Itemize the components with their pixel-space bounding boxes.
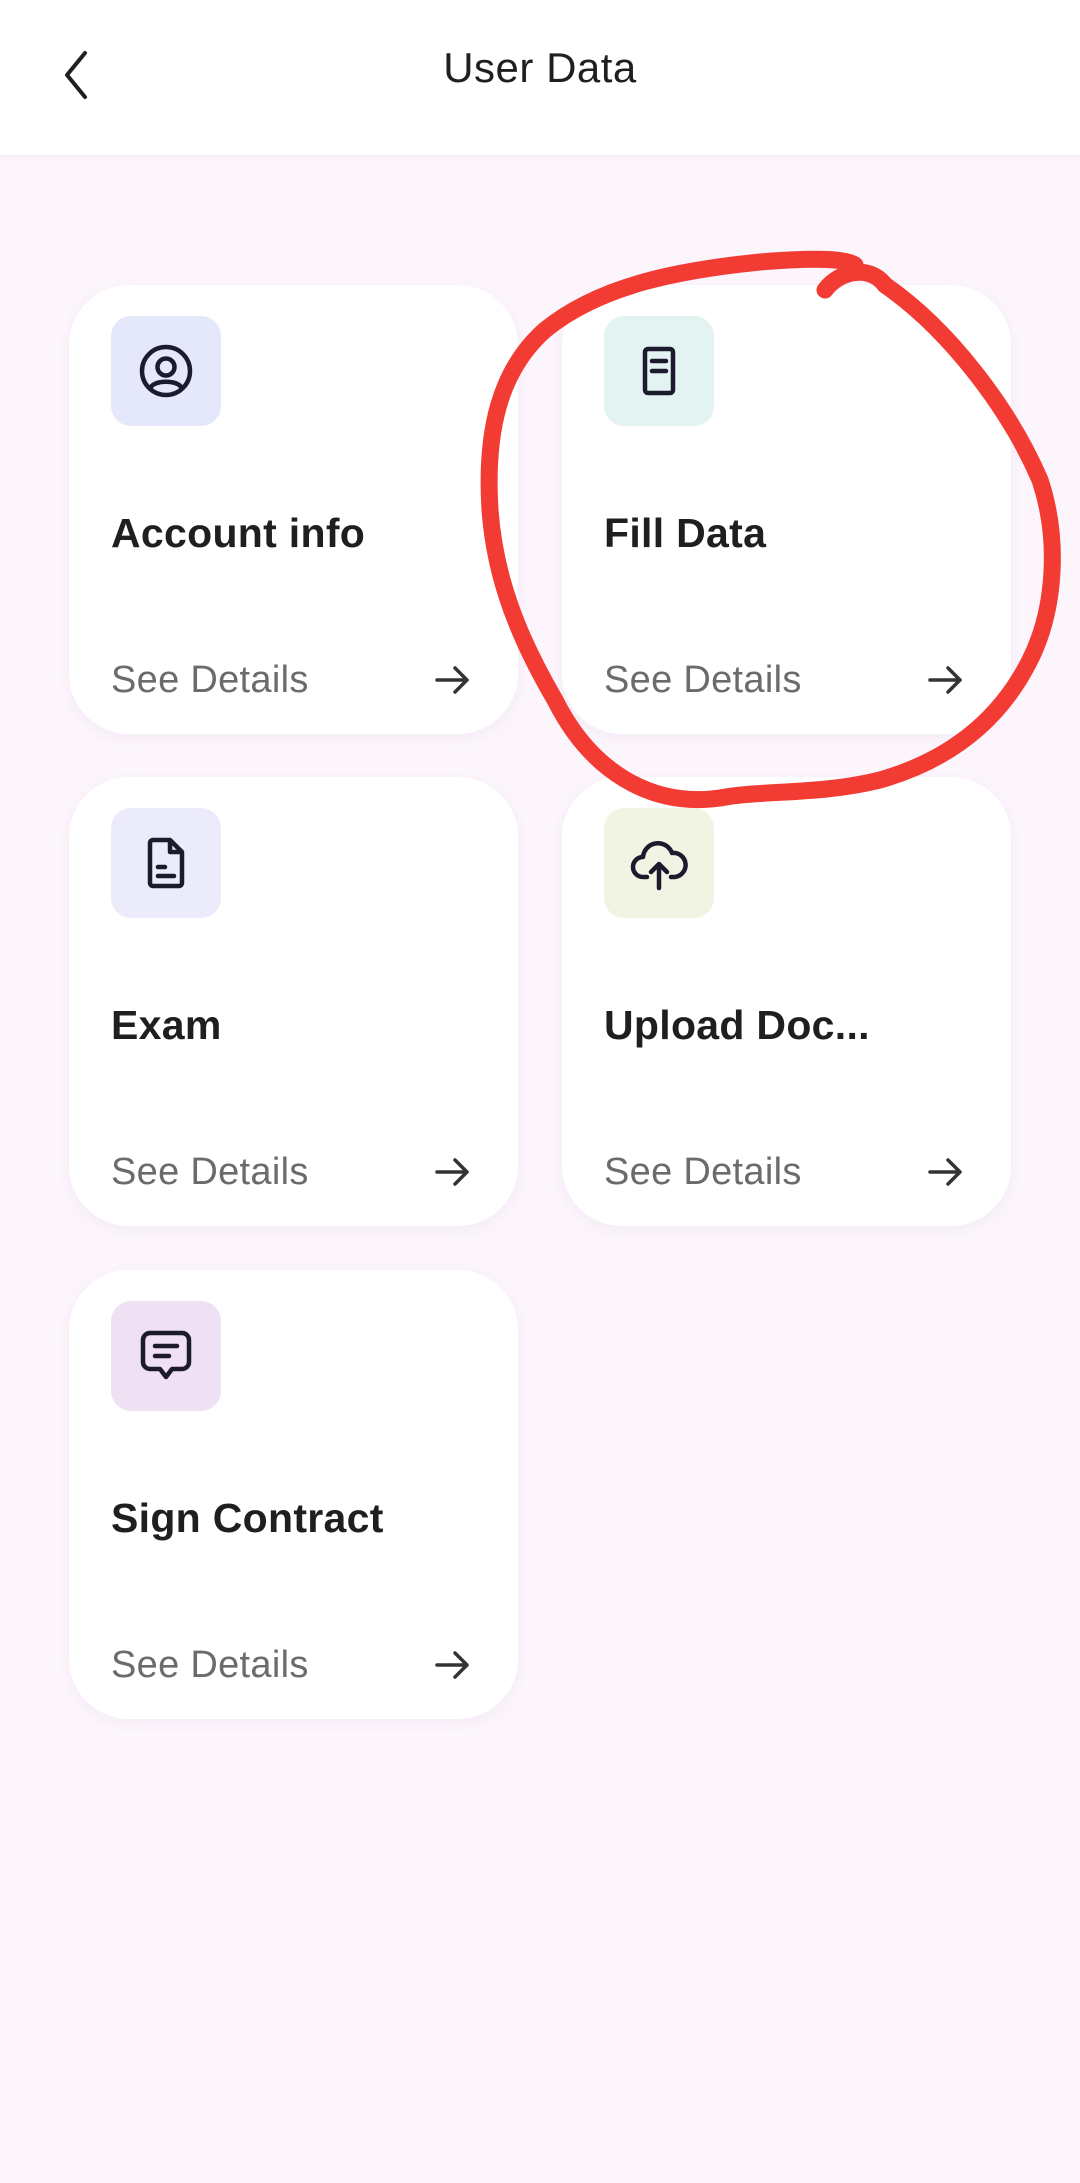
arrow-right-icon <box>928 666 962 694</box>
see-details-link[interactable]: See Details <box>604 659 802 702</box>
card-upload-documents[interactable]: Upload Doc... See Details <box>562 777 1011 1226</box>
app-header: User Data <box>0 0 1080 155</box>
message-icon <box>140 1330 192 1380</box>
card-title: Account info <box>111 510 366 556</box>
arrow-right-icon <box>928 1158 962 1186</box>
icon-container <box>111 316 221 426</box>
card-account-info[interactable]: Account info See Details <box>69 285 518 734</box>
card-fill-data[interactable]: Fill Data See Details <box>562 285 1011 734</box>
icon-container <box>604 808 714 918</box>
card-title: Exam <box>111 1002 222 1048</box>
card-title: Fill Data <box>604 510 767 556</box>
card-exam[interactable]: Exam See Details <box>69 777 518 1226</box>
user-circle-icon <box>139 344 193 398</box>
card-title: Sign Contract <box>111 1495 384 1541</box>
see-details-link[interactable]: See Details <box>111 1151 309 1194</box>
page-title: User Data <box>443 44 637 91</box>
arrow-right-icon <box>435 1158 469 1186</box>
see-details-link[interactable]: See Details <box>111 1644 309 1687</box>
arrow-right-icon <box>435 666 469 694</box>
document-icon <box>642 346 676 396</box>
file-text-icon <box>147 837 185 889</box>
card-sign-contract[interactable]: Sign Contract See Details <box>69 1270 518 1719</box>
icon-container <box>111 1301 221 1411</box>
icon-container <box>604 316 714 426</box>
see-details-link[interactable]: See Details <box>604 1151 802 1194</box>
arrow-right-icon <box>435 1651 469 1679</box>
icon-container <box>111 808 221 918</box>
cloud-upload-icon <box>630 841 688 891</box>
see-details-link[interactable]: See Details <box>111 659 309 702</box>
card-title: Upload Doc... <box>604 1002 870 1048</box>
